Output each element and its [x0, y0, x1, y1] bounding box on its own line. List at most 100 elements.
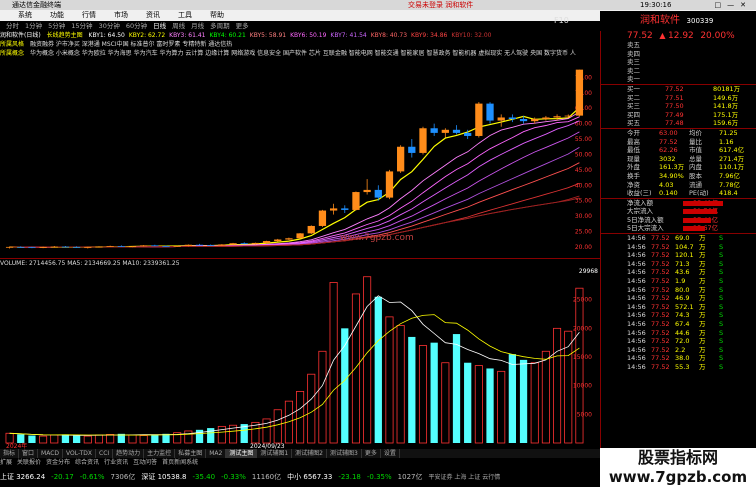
login-notice[interactable]: 交易未登录 润和软件 [408, 0, 473, 10]
candle[interactable] [318, 210, 327, 226]
volume-bar[interactable] [273, 409, 282, 444]
volume-bar[interactable] [441, 362, 450, 444]
volume-bar[interactable] [39, 435, 48, 444]
candle[interactable] [195, 244, 204, 246]
volume-bar[interactable] [28, 435, 36, 443]
info-tab-4[interactable]: 行业资讯 [104, 458, 128, 468]
volume-bar[interactable] [139, 435, 148, 444]
volume-bar[interactable] [452, 334, 461, 443]
volume-bar[interactable] [94, 434, 104, 444]
volume-bar[interactable] [541, 350, 550, 444]
volume-bar[interactable] [408, 336, 416, 443]
info-tab-3[interactable]: 综合资讯 [75, 458, 99, 468]
menu-item-1[interactable]: 功能 [50, 10, 64, 21]
period-tab-6[interactable]: 日线 [153, 21, 166, 31]
volume-bar[interactable] [464, 362, 472, 443]
candle[interactable] [285, 238, 293, 240]
candle[interactable] [184, 244, 192, 246]
volume-bar[interactable] [575, 287, 584, 444]
candle[interactable] [296, 233, 304, 239]
candle[interactable] [441, 129, 449, 133]
volume-bar[interactable] [307, 373, 316, 444]
indicator-tab-3[interactable]: VOL-TDX [63, 449, 96, 458]
indicator-tab-6[interactable]: 主力监控 [144, 449, 176, 458]
indicator-tab-12[interactable]: 测试辅图3 [327, 449, 362, 458]
candle[interactable] [341, 208, 349, 210]
menu-item-0[interactable]: 系统 [18, 10, 32, 21]
volume-bar[interactable] [508, 354, 517, 443]
volume-bar[interactable] [374, 296, 382, 443]
maximize-icon[interactable]: — [727, 1, 740, 9]
indicator-tab-0[interactable]: 指标 [0, 449, 20, 458]
period-tab-10[interactable]: 更多 [236, 21, 249, 31]
candle[interactable] [5, 246, 14, 248]
volume-bar[interactable] [184, 430, 193, 444]
volume-bar[interactable] [318, 350, 327, 444]
candle[interactable] [173, 245, 181, 247]
info-tab-1[interactable]: 关联报价 [17, 458, 41, 468]
candle[interactable] [363, 189, 371, 193]
candle[interactable] [564, 115, 572, 117]
period-tab-8[interactable]: 月线 [191, 21, 204, 31]
ad-banner[interactable]: 股票指标网 www.7gpzb.com [600, 448, 756, 487]
candle[interactable] [419, 128, 427, 153]
candle[interactable] [531, 119, 539, 122]
indicator-tab-1[interactable]: 窗口 [19, 449, 39, 458]
candle[interactable] [140, 245, 148, 247]
info-tab-2[interactable]: 资金分布 [46, 458, 70, 468]
indicator-tab-13[interactable]: 更多 [362, 449, 381, 458]
candle[interactable] [553, 116, 561, 118]
info-tab-0[interactable]: 扩展 [0, 458, 12, 468]
close-icon[interactable]: ✕ [740, 1, 752, 9]
candle[interactable] [95, 246, 103, 248]
candle[interactable] [486, 103, 494, 121]
volume-bar[interactable] [497, 370, 506, 444]
volume-bar[interactable] [329, 282, 338, 444]
period-tab-0[interactable]: 分时 [6, 21, 19, 31]
volume-bar[interactable] [396, 325, 405, 444]
candle[interactable] [385, 171, 394, 198]
candle[interactable] [240, 243, 248, 245]
candle[interactable] [542, 117, 550, 120]
indicator-tab-8[interactable]: MA2 [206, 449, 227, 458]
candle[interactable] [251, 242, 260, 244]
candle[interactable] [430, 128, 438, 133]
volume-bar[interactable] [151, 434, 159, 443]
candle[interactable] [374, 189, 382, 198]
period-tab-5[interactable]: 60分钟 [126, 21, 147, 31]
info-tab-5[interactable]: 互动问答 [133, 458, 157, 468]
volume-bar[interactable] [385, 316, 394, 444]
candle[interactable] [72, 246, 81, 248]
volume-bar[interactable] [72, 435, 81, 443]
indicator-tab-5[interactable]: 趋势动力 [113, 449, 145, 458]
period-tab-9[interactable]: 多周期 [210, 21, 230, 31]
menu-item-6[interactable]: 帮助 [210, 10, 224, 21]
indicator-tab-2[interactable]: MACD [38, 449, 64, 458]
candle[interactable] [106, 245, 114, 247]
volume-bar[interactable] [418, 345, 428, 444]
candle[interactable] [207, 245, 215, 246]
chart-indicator-label[interactable]: 长线趋势主图 [47, 32, 83, 39]
candle[interactable] [464, 132, 472, 136]
volume-bar[interactable] [351, 293, 360, 444]
candle[interactable] [397, 146, 405, 172]
candle[interactable] [508, 117, 517, 120]
candle[interactable] [84, 247, 92, 249]
indicator-tab-10[interactable]: 测试辅图1 [257, 449, 293, 458]
candle[interactable] [229, 243, 237, 245]
candle[interactable] [39, 246, 47, 248]
candle[interactable] [519, 119, 528, 122]
indicator-tab-11[interactable]: 测试辅图2 [292, 449, 327, 458]
volume-bar[interactable] [207, 428, 215, 443]
candle[interactable] [408, 146, 416, 153]
menu-item-4[interactable]: 资讯 [146, 10, 160, 21]
candle[interactable] [117, 245, 125, 247]
candle[interactable] [307, 225, 315, 234]
volume-bar[interactable] [17, 434, 25, 443]
candle[interactable] [50, 246, 58, 248]
kline-svg[interactable]: 75.0070.0065.0060.0055.0050.0045.0040.00… [0, 40, 600, 258]
period-tab-3[interactable]: 15分钟 [71, 21, 92, 31]
volume-chart[interactable]: 25000 20000 15000 10000 5000 29968 2024年 2024/0… [0, 267, 600, 450]
volume-bar[interactable] [519, 359, 528, 443]
period-tab-2[interactable]: 5分钟 [48, 21, 65, 31]
